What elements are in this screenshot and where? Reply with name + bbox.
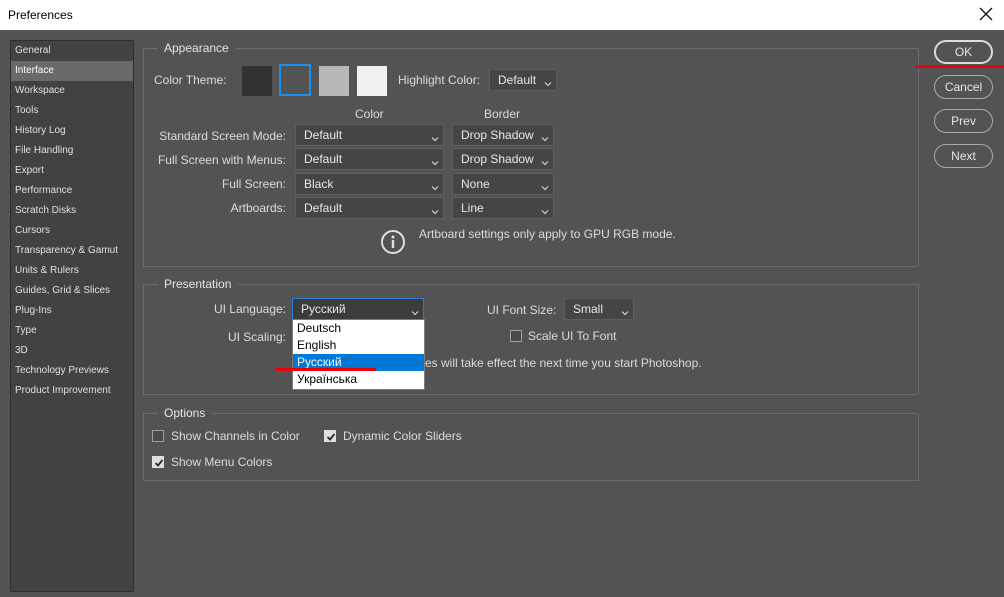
- sidebar-item-guides-grid-slices[interactable]: Guides, Grid & Slices: [11, 281, 133, 301]
- artboards-border-value: Line: [461, 201, 484, 215]
- full-screen-label: Full Screen:: [221, 177, 286, 191]
- sidebar-item-plug-ins[interactable]: Plug-Ins: [11, 301, 133, 321]
- standard-screen-color-dropdown[interactable]: Default: [295, 124, 444, 146]
- ui-scaling-label: UI Scaling:: [227, 330, 286, 344]
- chevron-down-icon: [410, 304, 420, 316]
- show-channels-checkbox[interactable]: [152, 430, 164, 442]
- chevron-down-icon: [620, 304, 630, 316]
- sidebar-item-technology-previews[interactable]: Technology Previews: [11, 361, 133, 381]
- ok-button[interactable]: OK: [934, 40, 993, 64]
- full-screen-color-dropdown[interactable]: Black: [295, 173, 444, 195]
- cancel-button[interactable]: Cancel: [934, 75, 993, 99]
- chevron-down-icon: [430, 130, 440, 142]
- language-option-english[interactable]: English: [293, 337, 424, 354]
- full-screen-menus-border-value: Drop Shadow: [461, 152, 534, 166]
- artboards-color-dropdown[interactable]: Default: [295, 197, 444, 219]
- window-title: Preferences: [8, 8, 73, 22]
- ui-font-size-label: UI Font Size:: [487, 303, 557, 317]
- chevron-down-icon: [430, 203, 440, 215]
- full-screen-menus-border-dropdown[interactable]: Drop Shadow: [452, 148, 554, 170]
- full-screen-border-dropdown[interactable]: None: [452, 173, 554, 195]
- sidebar-item-cursors[interactable]: Cursors: [11, 221, 133, 241]
- chevron-down-icon: [430, 154, 440, 166]
- full-screen-menus-color-dropdown[interactable]: Default: [295, 148, 444, 170]
- next-button[interactable]: Next: [934, 144, 993, 168]
- standard-screen-border-value: Drop Shadow: [461, 128, 534, 142]
- preferences-sidebar: General Interface Workspace Tools Histor…: [10, 40, 134, 592]
- ui-language-label: UI Language:: [213, 302, 286, 316]
- scale-ui-to-font-checkbox[interactable]: [510, 330, 522, 342]
- ui-font-size-dropdown[interactable]: Small: [564, 298, 634, 320]
- artboards-border-dropdown[interactable]: Line: [452, 197, 554, 219]
- sidebar-item-performance[interactable]: Performance: [11, 181, 133, 201]
- sidebar-item-type[interactable]: Type: [11, 321, 133, 341]
- color-column-header: Color: [355, 107, 384, 121]
- ui-language-options-list: Deutsch English Русский Українська: [292, 319, 425, 390]
- highlight-color-dropdown[interactable]: Default: [489, 69, 557, 91]
- sidebar-item-tools[interactable]: Tools: [11, 101, 133, 121]
- color-theme-label: Color Theme:: [154, 73, 227, 87]
- chevron-down-icon: [540, 154, 550, 166]
- checkmark-icon: [326, 433, 336, 441]
- theme-swatch-light[interactable]: [319, 66, 349, 96]
- chevron-down-icon: [430, 179, 440, 191]
- artboards-label: Artboards:: [230, 201, 286, 215]
- standard-screen-border-dropdown[interactable]: Drop Shadow: [452, 124, 554, 146]
- close-icon[interactable]: [976, 4, 996, 24]
- full-screen-menus-label: Full Screen with Menus:: [157, 153, 286, 167]
- sidebar-item-interface[interactable]: Interface: [11, 61, 133, 81]
- restart-note: es will take effect the next time you st…: [425, 356, 702, 370]
- sidebar-item-general[interactable]: General: [11, 41, 133, 61]
- ui-language-value: Русский: [301, 302, 346, 316]
- sidebar-item-3d[interactable]: 3D: [11, 341, 133, 361]
- chevron-down-icon: [543, 75, 553, 87]
- dynamic-color-sliders-label: Dynamic Color Sliders: [343, 429, 462, 443]
- checkmark-icon: [154, 459, 164, 467]
- chevron-down-icon: [540, 179, 550, 191]
- prev-button[interactable]: Prev: [934, 109, 993, 133]
- ui-language-dropdown[interactable]: Русский: [292, 298, 424, 320]
- full-screen-color-value: Black: [304, 177, 334, 191]
- theme-swatch-dark[interactable]: [279, 64, 311, 96]
- chevron-down-icon: [540, 203, 550, 215]
- options-title: Options: [158, 406, 212, 420]
- language-option-ukrainian[interactable]: Українська: [293, 371, 424, 388]
- highlight-color-label: Highlight Color:: [398, 73, 481, 87]
- sidebar-item-file-handling[interactable]: File Handling: [11, 141, 133, 161]
- ui-font-size-value: Small: [573, 302, 604, 316]
- info-icon: [380, 229, 406, 255]
- standard-screen-mode-label: Standard Screen Mode:: [159, 129, 286, 143]
- presentation-title: Presentation: [158, 277, 238, 291]
- show-menu-colors-label: Show Menu Colors: [171, 455, 273, 469]
- show-channels-label: Show Channels in Color: [171, 429, 300, 443]
- full-screen-border-value: None: [461, 177, 490, 191]
- border-column-header: Border: [484, 107, 521, 121]
- appearance-title: Appearance: [158, 41, 235, 55]
- sidebar-item-export[interactable]: Export: [11, 161, 133, 181]
- dynamic-color-sliders-checkbox[interactable]: [324, 430, 336, 442]
- artboard-info-text: Artboard settings only apply to GPU RGB …: [419, 227, 676, 241]
- show-menu-colors-checkbox[interactable]: [152, 456, 164, 468]
- sidebar-item-workspace[interactable]: Workspace: [11, 81, 133, 101]
- scale-ui-to-font-label: Scale UI To Font: [528, 329, 617, 343]
- sidebar-item-scratch-disks[interactable]: Scratch Disks: [11, 201, 133, 221]
- chevron-down-icon: [540, 130, 550, 142]
- sidebar-item-history-log[interactable]: History Log: [11, 121, 133, 141]
- annotation-underline-russian: [276, 368, 376, 371]
- highlight-color-value: Default: [498, 73, 537, 87]
- artboards-color-value: Default: [304, 201, 343, 215]
- sidebar-item-units-rulers[interactable]: Units & Rulers: [11, 261, 133, 281]
- full-screen-menus-color-value: Default: [304, 152, 343, 166]
- sidebar-item-product-improvement[interactable]: Product Improvement: [11, 381, 133, 401]
- theme-swatch-darkest[interactable]: [242, 66, 272, 96]
- theme-swatch-lightest[interactable]: [357, 66, 387, 96]
- sidebar-item-transparency-gamut[interactable]: Transparency & Gamut: [11, 241, 133, 261]
- standard-screen-color-value: Default: [304, 128, 343, 142]
- language-option-deutsch[interactable]: Deutsch: [293, 320, 424, 337]
- options-group: Options: [143, 406, 919, 481]
- annotation-underline-ok: [916, 65, 1004, 68]
- title-bar: Preferences: [0, 0, 1004, 30]
